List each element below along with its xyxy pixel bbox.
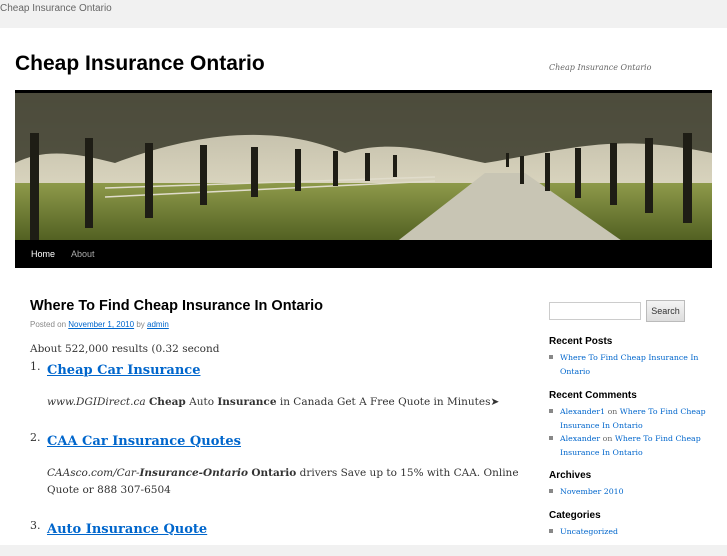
- desc-text: in Canada Get A Free Quote in Minutes: [279, 396, 491, 408]
- banner-landscape: [15, 93, 712, 243]
- list-item: Where To Find Cheap Insurance In Ontario: [549, 351, 709, 378]
- desc-bold: Cheap: [148, 396, 186, 408]
- page-wrapper: Cheap Insurance Ontario Cheap Insurance …: [0, 28, 727, 545]
- desc-bold: Insurance: [217, 396, 277, 408]
- list-item: November 2010: [549, 485, 709, 499]
- bullet-icon: [549, 355, 553, 359]
- result-url: CAAsco.com/Car-: [47, 467, 140, 479]
- result-url-bold: Insurance-Ontario: [139, 467, 248, 479]
- header-banner-image: [15, 90, 712, 243]
- main-navigation: Home About: [15, 240, 712, 268]
- arrow-icon: ➤: [490, 396, 500, 408]
- list-number: 1.: [30, 360, 41, 373]
- archive-link[interactable]: November 2010: [560, 487, 624, 496]
- list-item: 3. Auto Insurance Quote: [30, 518, 520, 537]
- widget-title: Categories: [549, 510, 601, 521]
- list-item: Uncategorized: [549, 525, 709, 539]
- result-url: www.DGIDirect.ca: [47, 396, 146, 408]
- list-item: 1. Cheap Car Insurance www.DGIDirect.ca …: [30, 359, 520, 411]
- widget-title: Recent Posts: [549, 336, 613, 347]
- site-title[interactable]: Cheap Insurance Ontario: [15, 52, 265, 76]
- result-link[interactable]: CAA Car Insurance Quotes: [47, 434, 241, 449]
- post-author-link[interactable]: admin: [147, 320, 169, 329]
- desc-text: Auto: [189, 396, 215, 408]
- desc-bold: Ontario: [251, 467, 297, 479]
- archives-widget: Archives November 2010: [549, 470, 709, 499]
- list-item: Alexander1 on Where To Find Cheap Insura…: [549, 405, 709, 432]
- result-description: CAAsco.com/Car-Insurance-Ontario Ontario…: [47, 465, 520, 499]
- recent-post-link[interactable]: Where To Find Cheap Insurance In Ontario: [560, 353, 698, 376]
- recent-posts-widget: Recent Posts Where To Find Cheap Insuran…: [549, 336, 709, 378]
- nav-item-about[interactable]: About: [63, 240, 103, 268]
- post-date-link[interactable]: November 1, 2010: [68, 320, 134, 329]
- bullet-icon: [549, 529, 553, 533]
- comment-author-link[interactable]: Alexander: [560, 434, 600, 443]
- post-title[interactable]: Where To Find Cheap Insurance In Ontario: [30, 298, 520, 314]
- post-content: Where To Find Cheap Insurance In Ontario…: [30, 298, 520, 556]
- list-item: Alexander on Where To Find Cheap Insuran…: [549, 432, 709, 459]
- meta-prefix: Posted on: [30, 320, 67, 329]
- search-input[interactable]: [549, 302, 641, 320]
- recent-comments-widget: Recent Comments Alexander1 on Where To F…: [549, 390, 709, 459]
- list-item: 2. CAA Car Insurance Quotes CAAsco.com/C…: [30, 430, 520, 499]
- comment-on-text: on: [602, 434, 613, 443]
- site-tagline: Cheap Insurance Ontario: [549, 63, 652, 72]
- top-bar-title: Cheap Insurance Ontario: [0, 3, 112, 14]
- nav-item-home[interactable]: Home: [23, 240, 63, 268]
- bullet-icon: [549, 489, 553, 493]
- list-number: 3.: [30, 519, 41, 532]
- top-bar: Cheap Insurance Ontario: [0, 0, 727, 28]
- comment-author-link[interactable]: Alexander1: [560, 407, 605, 416]
- result-description: www.DGIDirect.ca Cheap Auto Insurance in…: [47, 394, 520, 411]
- results-text: About 522,000 results (0.32 second: [30, 343, 220, 355]
- categories-widget: Categories Uncategorized: [549, 510, 709, 539]
- meta-by: by: [136, 320, 145, 329]
- results-list: 1. Cheap Car Insurance www.DGIDirect.ca …: [30, 359, 520, 537]
- bullet-icon: [549, 436, 553, 440]
- result-link[interactable]: Auto Insurance Quote: [47, 522, 207, 537]
- bullet-icon: [549, 409, 553, 413]
- category-link[interactable]: Uncategorized: [560, 527, 618, 536]
- widget-title: Archives: [549, 470, 592, 481]
- widget-title: Recent Comments: [549, 390, 637, 401]
- result-link[interactable]: Cheap Car Insurance: [47, 363, 200, 378]
- list-number: 2.: [30, 431, 41, 444]
- post-meta: Posted on November 1, 2010 by admin: [30, 320, 520, 329]
- search-button[interactable]: Search: [646, 300, 685, 322]
- comment-on-text: on: [607, 407, 618, 416]
